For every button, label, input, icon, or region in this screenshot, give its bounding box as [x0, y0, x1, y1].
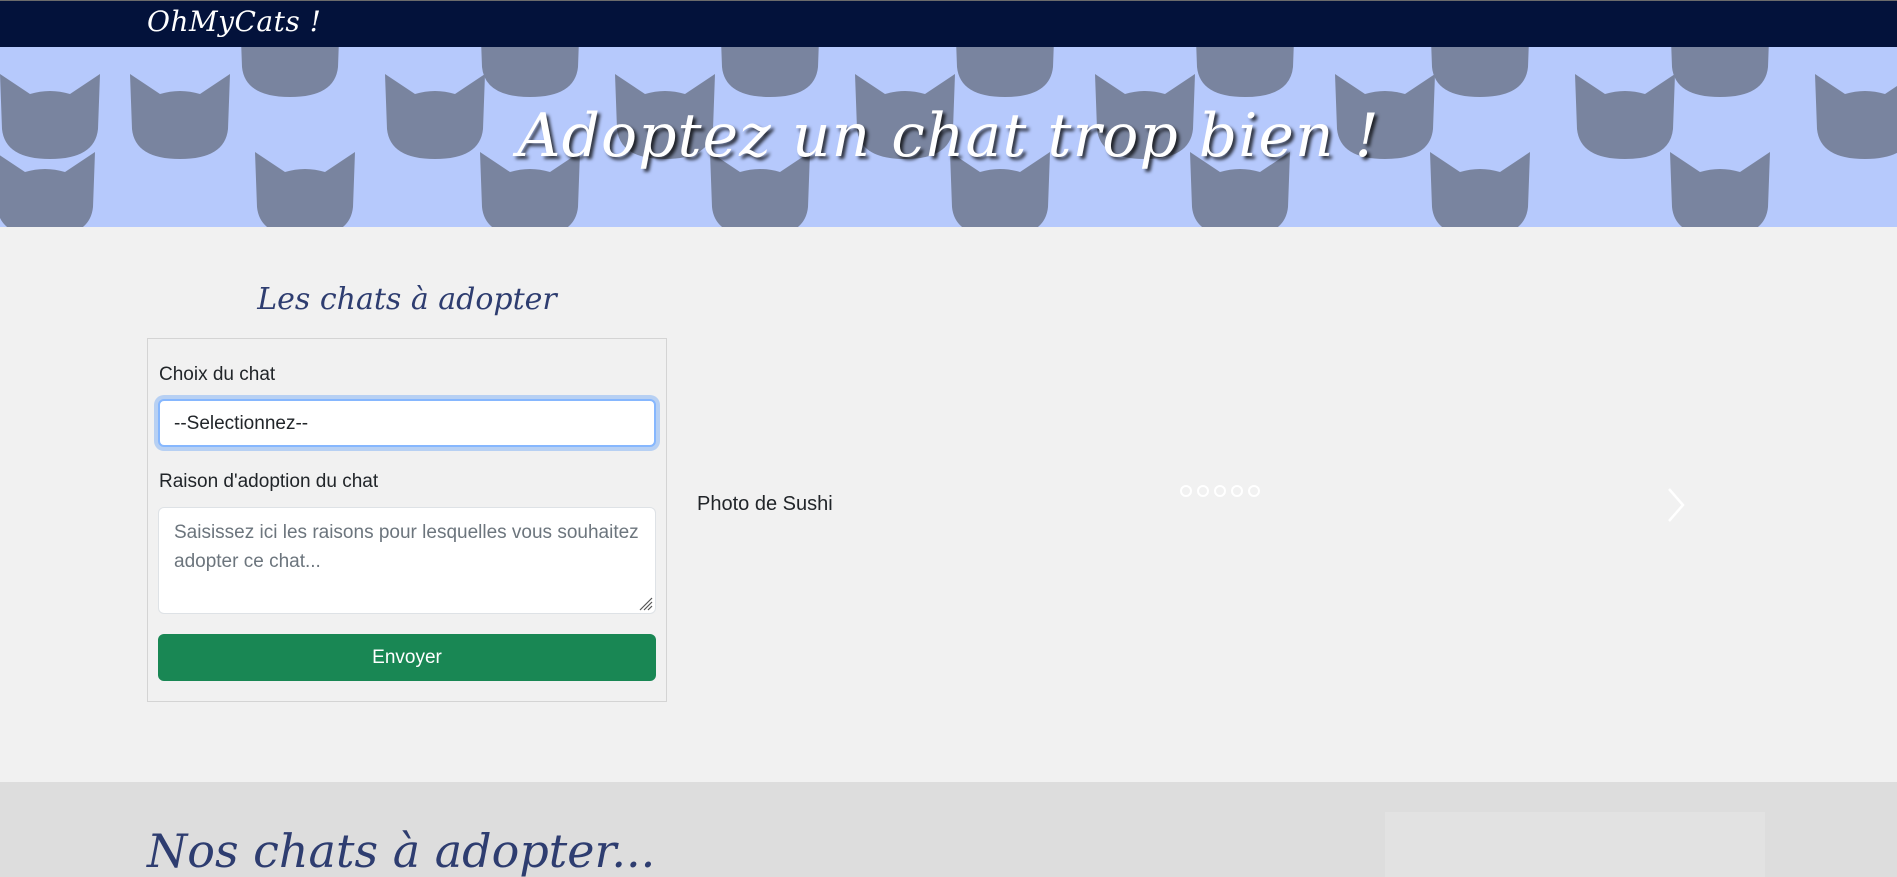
cat-head-icon — [1195, 47, 1295, 97]
brand-logo-text[interactable]: OhMyCats ! — [147, 5, 321, 38]
hero-banner: Adoptez un chat trop bien ! — [0, 47, 1897, 227]
cat-choice-label: Choix du chat — [159, 364, 276, 385]
cat-head-icon — [480, 47, 580, 97]
carousel-indicator[interactable] — [1231, 485, 1243, 497]
cat-head-icon — [720, 47, 820, 97]
cat-head-icon — [240, 47, 340, 97]
hero-title: Adoptez un chat trop bien ! — [517, 101, 1380, 171]
cat-choice-select[interactable]: --Selectionnez-- — [158, 399, 656, 447]
carousel-indicator[interactable] — [1214, 485, 1226, 497]
adoption-form: Choix du chat --Selectionnez-- Raison d'… — [147, 338, 667, 702]
cats-listing-title: Nos chats à adopter... — [147, 824, 656, 877]
adoption-reason-label: Raison d'adoption du chat — [159, 471, 379, 492]
cat-head-icon — [1430, 47, 1530, 97]
adoption-reason-placeholder: Saisissez ici les raisons pour lesquelle… — [174, 522, 639, 572]
carousel-image-alt-text: Photo de Sushi — [697, 493, 833, 515]
carousel-indicators — [1180, 485, 1260, 497]
cat-photo-carousel: Photo de Sushi — [690, 338, 1700, 702]
cat-head-icon — [955, 47, 1055, 97]
cats-listing-section: Nos chats à adopter... — [0, 782, 1897, 877]
carousel-indicator[interactable] — [1248, 485, 1260, 497]
carousel-indicator[interactable] — [1180, 485, 1192, 497]
adoption-reason-textarea[interactable]: Saisissez ici les raisons pour lesquelle… — [158, 507, 656, 614]
cat-head-icon — [1670, 47, 1770, 97]
cat-card-placeholder — [1385, 812, 1765, 877]
carousel-indicator[interactable] — [1197, 485, 1209, 497]
resize-handle-icon[interactable] — [637, 595, 653, 611]
chevron-right-icon[interactable] — [1665, 485, 1687, 525]
adoption-section-title: Les chats à adopter — [257, 282, 557, 317]
top-navbar: OhMyCats ! — [0, 0, 1897, 47]
submit-button[interactable]: Envoyer — [158, 634, 656, 681]
